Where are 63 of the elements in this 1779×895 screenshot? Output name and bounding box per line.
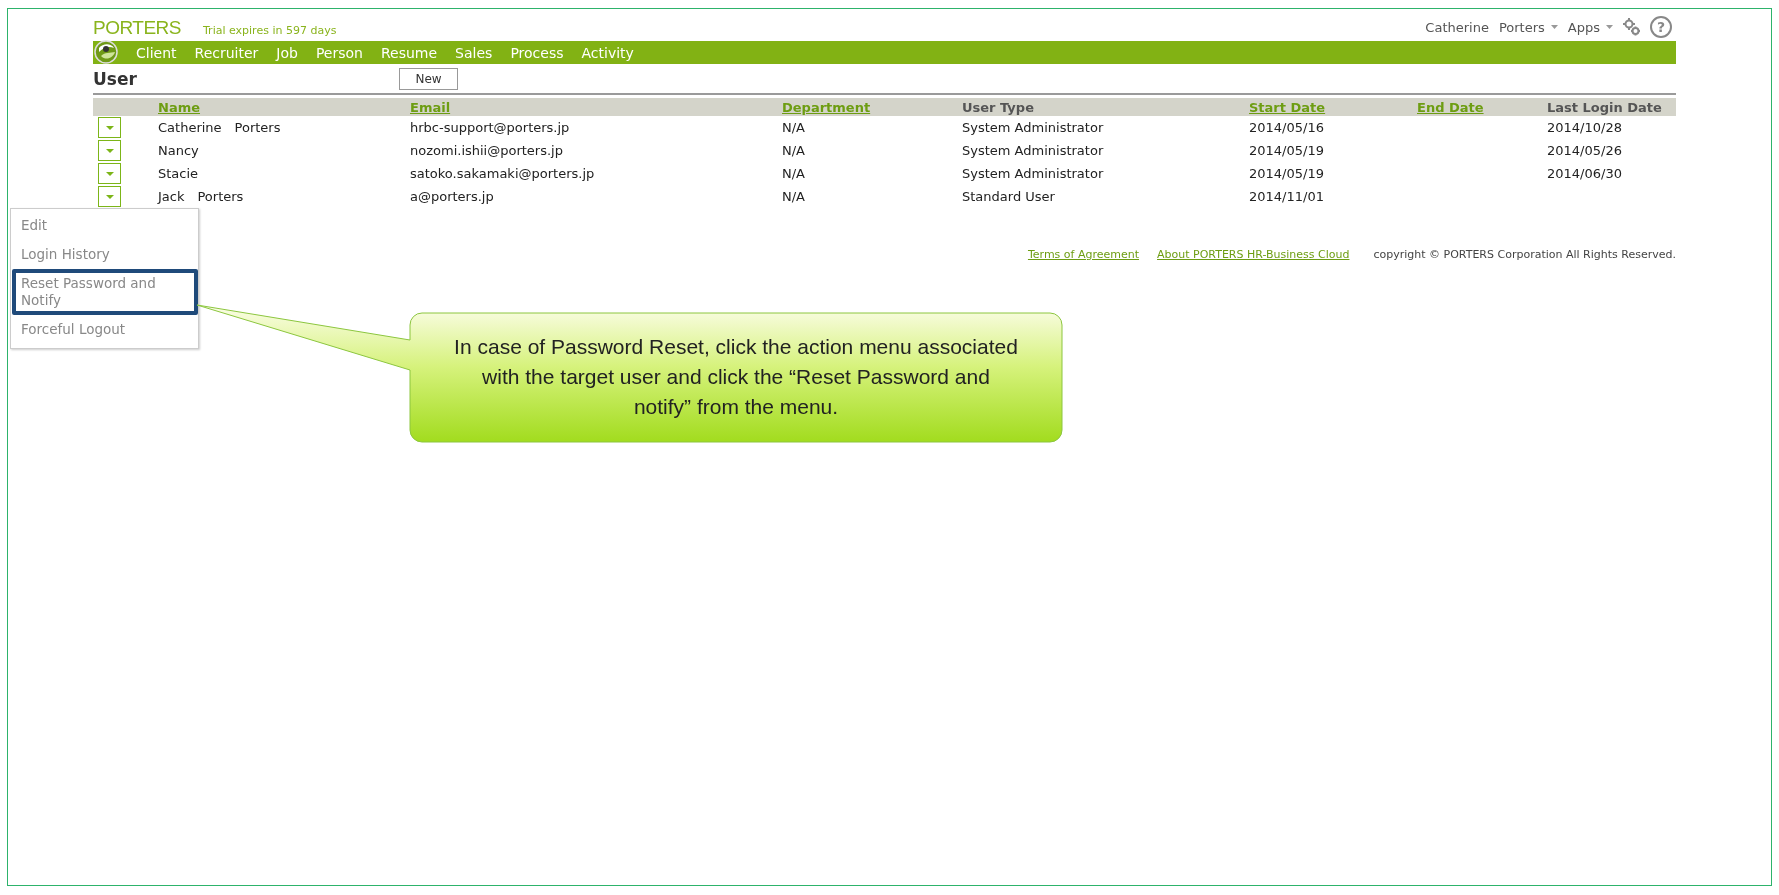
table-cell: 2014/06/30 [1547, 166, 1622, 181]
caret-icon [105, 125, 114, 130]
table-cell: N/A [782, 120, 805, 135]
logo: PORTERS [93, 18, 181, 38]
caret-icon [1606, 25, 1613, 29]
action-menu-button[interactable] [98, 117, 121, 138]
caret-icon [105, 194, 114, 199]
table-cell: satoko.sakamaki@porters.jp [410, 166, 595, 181]
user-menu-item[interactable]: Porters [1498, 19, 1558, 35]
table-cell: 2014/05/16 [1249, 120, 1324, 135]
nav-item[interactable]: Resume [371, 44, 447, 61]
table-cell: 2014/05/19 [1249, 166, 1324, 181]
menu-item[interactable]: Edit [12, 211, 198, 240]
copyright-text: copyright © PORTERS Corporation All Rights Reserved. [1373, 248, 1676, 261]
column-header: Last Login Date [1547, 99, 1662, 115]
new-button[interactable]: New [399, 67, 458, 90]
nav-item[interactable]: Person [306, 44, 372, 61]
action-menu-button[interactable] [98, 186, 121, 207]
table-cell: hrbc-support@porters.jp [410, 120, 570, 135]
table-cell: N/A [782, 166, 805, 181]
column-header: User Type [962, 99, 1034, 115]
menu-item[interactable]: Login History [12, 240, 198, 269]
nav-item[interactable]: Sales [446, 44, 502, 61]
table-cell: a@porters.jp [410, 189, 494, 204]
table-cell: N/A [782, 143, 805, 158]
logo-icon[interactable] [94, 40, 119, 65]
column-sort-link[interactable]: Email [410, 99, 451, 115]
caret-icon [105, 148, 114, 153]
nav-item[interactable]: Process [501, 44, 573, 61]
table-cell: Jack Porters [158, 187, 244, 206]
table-cell: Standard User [962, 189, 1055, 204]
action-menu-button[interactable] [98, 140, 121, 161]
settings-icon[interactable] [1623, 18, 1640, 36]
column-sort-link[interactable]: Name [158, 99, 200, 115]
table-cell: Catherine Porters [158, 118, 281, 137]
nav-item[interactable]: Client [127, 44, 186, 61]
table-cell: System Administrator [962, 143, 1104, 158]
table-cell: System Administrator [962, 166, 1104, 181]
footer-link[interactable]: Terms of Agreement [1027, 248, 1140, 261]
table-cell: nozomi.ishii@porters.jp [410, 143, 563, 158]
table-cell: N/A [782, 189, 805, 204]
page-title: User [93, 68, 138, 89]
table-cell: Nancy [158, 143, 199, 158]
callout-text: In case of Password Reset, click the action menu associated with the target user and click the “Reset Password and notify” from the menu. [453, 334, 1019, 420]
table-cell: Stacie [158, 166, 199, 181]
table-cell: 2014/05/19 [1249, 143, 1324, 158]
table-cell: 2014/10/28 [1547, 120, 1622, 135]
table-cell: 2014/05/26 [1547, 143, 1622, 158]
nav-item[interactable]: Recruiter [185, 44, 268, 61]
caret-icon [1550, 25, 1558, 29]
nav-item[interactable]: Job [267, 44, 307, 61]
trial-notice: Trial expires in 597 days [203, 24, 337, 38]
user-menu-item[interactable]: Apps [1567, 19, 1613, 35]
help-button[interactable]: ? [1650, 16, 1672, 38]
table-cell: System Administrator [962, 120, 1104, 135]
menu-item[interactable]: Reset Password and Notify [12, 269, 198, 315]
caret-icon [105, 171, 114, 176]
table-cell: 2014/11/01 [1249, 189, 1324, 204]
footer-link[interactable]: About PORTERS HR-Business Cloud [1157, 248, 1350, 261]
menu-item[interactable]: Forceful Logout [12, 315, 198, 344]
user-menu-item[interactable]: Catherine [1425, 19, 1489, 35]
nav-item[interactable]: Activity [572, 44, 643, 61]
action-menu-button[interactable] [98, 163, 121, 184]
